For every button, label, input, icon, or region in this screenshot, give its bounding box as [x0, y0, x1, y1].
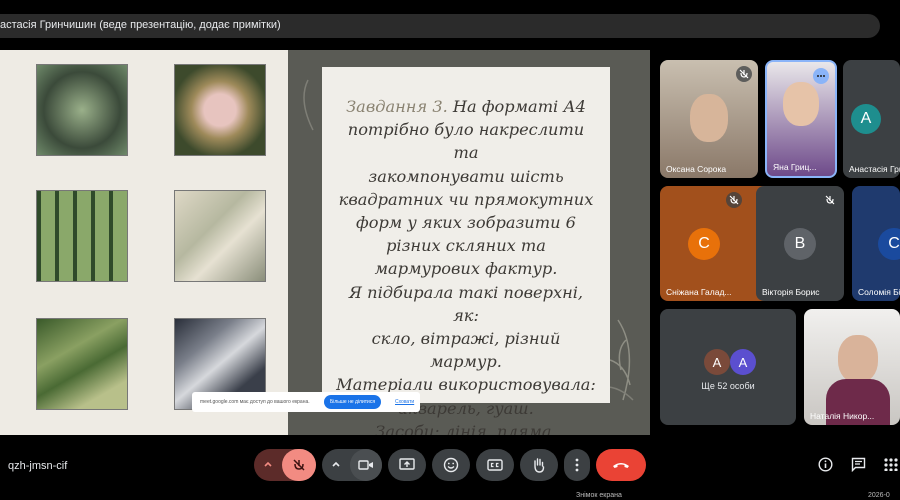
slide-text-card: Завдання 3. На форматі А4 потрібно було … [322, 67, 610, 435]
mosaic-tile [36, 190, 128, 282]
closed-captions-icon [487, 459, 503, 471]
mic-off-icon [293, 459, 305, 471]
meeting-code: qzh-jmsn-cif [8, 460, 68, 472]
more-options-icon[interactable] [813, 68, 829, 84]
emoji-icon [443, 457, 459, 473]
stained-glass-tile [36, 64, 128, 156]
raise-hand-button[interactable] [520, 449, 558, 481]
chevron-up-icon[interactable] [262, 457, 274, 475]
participant-name: Сніжана Галад... [666, 287, 732, 297]
mic-off-icon [822, 192, 838, 208]
info-icon[interactable] [818, 457, 833, 477]
participant-name: Наталія Никор... [810, 411, 875, 421]
participant-video [783, 82, 819, 126]
participant-tile[interactable]: В Вікторія Борис [756, 186, 844, 301]
presenter-bar: астасія Гринчишин (веде презентацію, дод… [0, 14, 880, 38]
shared-screen[interactable]: Завдання 3. На форматі А4 потрібно було … [0, 50, 650, 435]
more-options-button[interactable] [564, 449, 590, 481]
screen-share-banner: meet.google.com має доступ до вашого екр… [192, 392, 420, 412]
reactions-button[interactable] [432, 449, 470, 481]
others-count: Ще 52 особи [701, 381, 755, 391]
participant-tile[interactable]: С Соломія Бі [852, 186, 900, 301]
chat-icon[interactable] [851, 457, 866, 477]
participant-avatar: А [851, 104, 881, 134]
present-screen-icon [399, 458, 415, 470]
participant-tile-speaking[interactable]: Яна Гриц... [765, 60, 837, 178]
participant-name: Яна Гриц... [773, 162, 817, 172]
slide-text: Завдання 3. На форматі А4 потрібно було … [336, 97, 596, 435]
others-tile[interactable]: А А Ще 52 особи [660, 309, 796, 425]
mic-off-button[interactable] [282, 449, 316, 481]
participant-video [690, 94, 728, 142]
task-title: Завдання 3. [346, 97, 448, 116]
participant-name: Анастасія Гри [849, 164, 900, 174]
captions-button[interactable] [476, 449, 514, 481]
hide-banner-link[interactable]: Сховати [395, 399, 414, 405]
chevron-up-icon[interactable] [330, 457, 342, 475]
mic-group [254, 449, 316, 481]
others-avatar: А [730, 349, 756, 375]
others-avatar: А [704, 349, 730, 375]
participant-avatar: В [784, 228, 816, 260]
participant-tile[interactable]: А Анастасія Гри [843, 60, 900, 178]
artwork-paper [0, 50, 288, 435]
frame-tile [174, 64, 266, 156]
participant-tile[interactable]: Оксана Сорока [660, 60, 758, 178]
participant-name: Соломія Бі [858, 287, 900, 297]
control-bar: qzh-jmsn-cif [0, 440, 900, 490]
camera-group [322, 449, 382, 481]
present-button[interactable] [388, 449, 426, 481]
activities-icon[interactable] [884, 458, 898, 476]
taskbar-date: 2026-0 [868, 492, 890, 499]
participant-name: Вікторія Борис [762, 287, 820, 297]
video-camera-icon [358, 460, 373, 470]
stop-sharing-button[interactable]: Більше не ділитися [324, 395, 382, 409]
participant-tile[interactable]: Наталія Никор... [804, 309, 900, 425]
end-call-button[interactable] [596, 449, 646, 481]
participant-avatar: С [688, 228, 720, 260]
share-message: meet.google.com має доступ до вашого екр… [200, 399, 310, 405]
mic-off-icon [726, 192, 742, 208]
marble-light-tile [174, 190, 266, 282]
mic-off-icon [736, 66, 752, 82]
camera-button[interactable] [350, 449, 382, 481]
more-vert-icon [575, 458, 579, 472]
marble-green-tile [36, 318, 128, 410]
raise-hand-icon [534, 458, 545, 473]
participant-name: Оксана Сорока [666, 164, 727, 174]
hang-up-icon [613, 463, 629, 468]
participant-video [838, 335, 878, 383]
presenter-text: астасія Гринчишин (веде презентацію, дод… [0, 19, 281, 31]
taskbar-notification: Знімок екрана [576, 492, 622, 499]
participant-avatar: С [878, 228, 900, 260]
